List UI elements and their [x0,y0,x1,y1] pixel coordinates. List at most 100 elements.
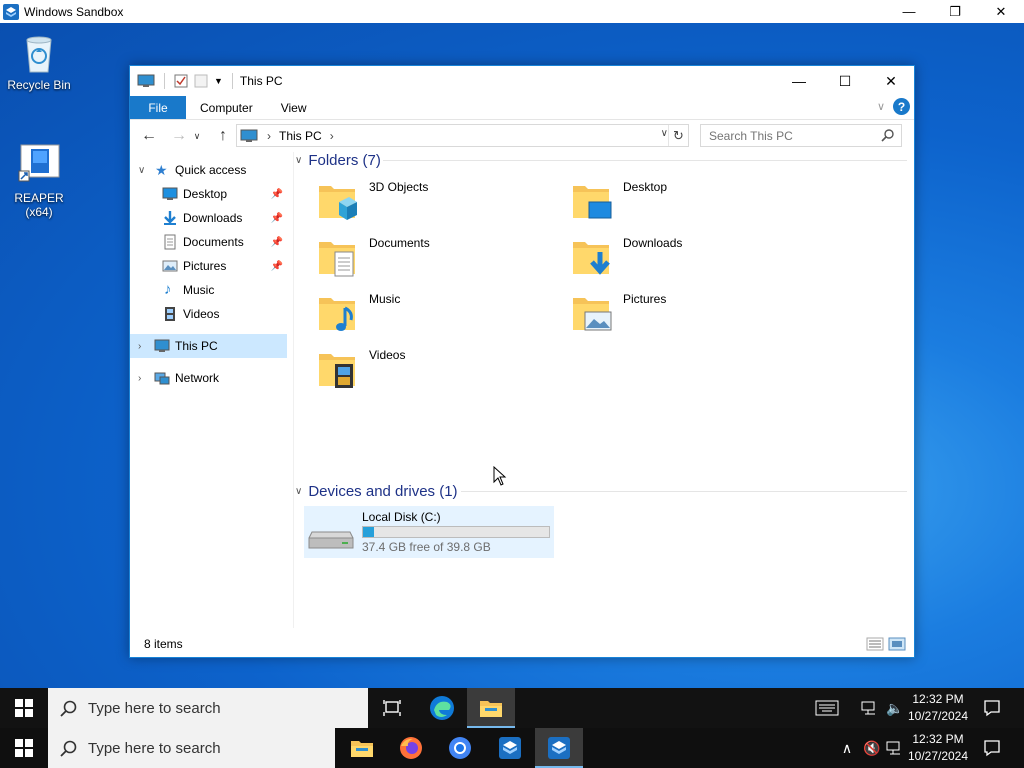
new-folder-icon[interactable] [194,74,208,88]
sandbox-restore-button[interactable]: ❐ [932,0,978,23]
sandbox-close-button[interactable]: ✕ [978,0,1024,23]
volume-button[interactable]: 🔈 [884,688,906,728]
folder-3d-objects[interactable]: 3D Objects [303,174,553,226]
sidebar-item-downloads[interactable]: Downloads 📌 [130,206,287,230]
sidebar-item-pictures[interactable]: Pictures 📌 [130,254,287,278]
folder-pictures[interactable]: Pictures [557,286,807,338]
tab-file[interactable]: File [130,96,186,119]
file-explorer-window: ▼ This PC — ☐ ✕ File Computer View ∨ ? ←… [129,65,915,658]
expanded-chevron-icon[interactable]: ∨ [138,165,145,176]
group-header-label: Devices and drives (1) [308,482,458,500]
forward-button[interactable]: → [166,123,192,149]
close-icon: ✕ [885,72,897,89]
search-input[interactable] [709,128,879,143]
pane-divider[interactable] [293,152,294,628]
sidebar-item-documents[interactable]: Documents 📌 [130,230,287,254]
breadcrumb-chevron-icon[interactable]: › [330,129,334,143]
folder-desktop[interactable]: Desktop [557,174,807,226]
start-button[interactable] [0,688,48,728]
chromium-icon [449,737,471,759]
reaper-shortcut-icon [17,143,61,187]
details-view-icon[interactable] [866,637,884,651]
search-icon [60,700,77,717]
breadcrumb-this-pc[interactable]: This PC [279,129,322,143]
close-button[interactable]: ✕ [868,66,914,96]
back-button[interactable]: ← [136,123,162,149]
maximize-button[interactable]: ☐ [822,66,868,96]
minimize-button[interactable]: — [776,66,822,96]
network-tray-button[interactable] [858,688,882,728]
nav-label: Desktop [183,187,228,201]
maximize-icon: ☐ [838,72,852,89]
keyboard-layout-button[interactable] [812,688,842,728]
downloads-folder-icon [573,242,610,275]
taskbar-clock[interactable]: 12:32 PM 10/27/2024 [906,731,970,765]
drive-local-disk-c[interactable]: Local Disk (C:) 37.4 GB free of 39.8 GB [304,506,554,558]
desktop-icon-label: REAPER (x64) [14,191,64,219]
devices-group-header[interactable]: ∨ Devices and drives (1) [295,481,907,501]
expand-ribbon-chevron-icon[interactable]: ∨ [877,100,885,113]
folder-videos[interactable]: Videos [303,342,553,394]
folders-group-header[interactable]: ∨ Folders (7) [295,150,907,170]
customize-quick-access-icon[interactable]: ▼ [214,76,223,86]
star-icon: ★ [155,162,168,178]
folder-name: Pictures [623,292,667,306]
music-note-icon: ♪ [164,281,172,298]
properties-icon[interactable] [174,74,188,88]
search-box[interactable] [700,124,902,147]
address-dropdown-icon[interactable]: ∨ [661,128,668,139]
file-explorer-icon [480,701,502,717]
taskbar-file-explorer[interactable] [338,728,386,768]
task-view-button[interactable] [368,688,416,728]
recent-locations-button[interactable]: ∨ [190,123,204,149]
collapsed-chevron-icon[interactable]: › [138,341,141,352]
action-center-button[interactable] [978,728,1006,768]
sidebar-item-music[interactable]: ♪ Music [130,278,287,302]
pin-icon: 📌 [270,236,283,248]
sidebar-item-network[interactable]: › Network [130,366,287,390]
taskbar-windows-sandbox[interactable] [535,728,583,768]
start-button[interactable] [0,728,48,768]
breadcrumb-chevron-icon[interactable]: › [267,129,271,143]
folder-music[interactable]: Music [303,286,553,338]
pin-icon: 📌 [270,260,283,272]
taskbar-search[interactable]: Type here to search [48,688,368,728]
desktop-icon-recycle-bin[interactable]: Recycle Bin [1,30,77,92]
up-arrow-icon: ↑ [219,127,227,144]
nav-quick-access[interactable]: ∨ ★ Quick access [130,158,287,182]
nav-label: Videos [183,307,220,321]
sandbox-minimize-button[interactable]: — [886,0,932,23]
taskbar-edge[interactable] [418,688,466,728]
refresh-button[interactable]: ↻ [668,125,688,146]
show-hidden-icons-button[interactable]: ∧ [836,728,858,768]
folder-downloads[interactable]: Downloads [557,230,807,282]
action-center-button[interactable] [978,688,1006,728]
desktop-icon [162,187,178,200]
sidebar-item-desktop[interactable]: Desktop 📌 [130,182,287,206]
sidebar-item-videos[interactable]: Videos [130,302,287,326]
network-tray-button[interactable] [884,728,906,768]
volume-button[interactable]: 🔇 [860,728,884,768]
sidebar-item-this-pc[interactable]: › This PC [130,334,287,358]
tab-view[interactable]: View [267,96,321,119]
content-pane: ∨ Folders (7) 3D Objects Desktop Documen… [295,152,915,628]
taskbar-file-explorer[interactable] [467,688,515,728]
help-button[interactable]: ? [893,98,910,115]
tab-computer[interactable]: Computer [186,96,267,119]
download-arrow-icon [164,211,176,225]
taskbar-search[interactable]: Type here to search [48,728,335,768]
group-collapse-chevron-icon[interactable]: ∨ [295,155,302,166]
up-button[interactable]: ↑ [210,123,236,149]
divider [231,73,233,89]
taskbar-clock[interactable]: 12:32 PM 10/27/2024 [906,691,970,725]
taskbar-sandbox-app[interactable] [486,728,534,768]
group-collapse-chevron-icon[interactable]: ∨ [295,486,302,497]
firefox-icon [400,737,422,759]
taskbar-chromium[interactable] [436,728,484,768]
folder-documents[interactable]: Documents [303,230,553,282]
desktop-icon-reaper[interactable]: REAPER (x64) [1,143,77,219]
taskbar-firefox[interactable] [387,728,435,768]
large-icons-view-icon[interactable] [888,637,906,651]
collapsed-chevron-icon[interactable]: › [138,373,141,384]
address-bar[interactable]: › This PC › ∨ ↻ [236,124,689,147]
